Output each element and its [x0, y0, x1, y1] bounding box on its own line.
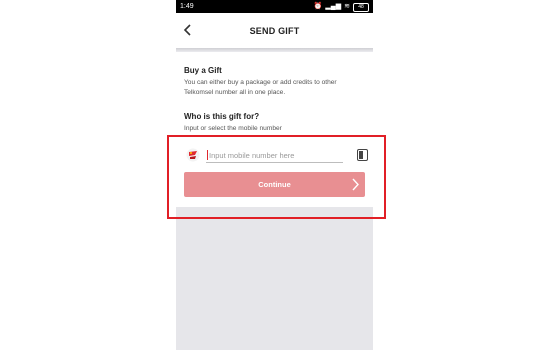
empty-content-area: [176, 207, 373, 350]
contacts-icon[interactable]: [357, 149, 368, 161]
recipient-subtitle: Input or select the mobile number: [184, 125, 282, 132]
status-time: 1:49: [180, 3, 194, 10]
continue-button[interactable]: Continue: [184, 172, 365, 197]
text-cursor: [207, 150, 208, 160]
buy-gift-description: You can either buy a package or add cred…: [184, 79, 337, 96]
telkomsel-logo-icon: [186, 148, 200, 162]
buy-gift-title: Buy a Gift: [184, 66, 222, 75]
page-title: SEND GIFT: [249, 26, 300, 36]
mobile-number-input[interactable]: [206, 149, 343, 163]
chevron-right-icon: [352, 178, 359, 191]
alarm-icon: ⏰: [313, 3, 323, 10]
status-icons: ⏰ ▂▄▆ ≋ 48: [314, 0, 369, 13]
buy-gift-section: Buy a Gift You can either buy a package …: [184, 66, 367, 98]
app-bar: SEND GIFT: [176, 13, 373, 48]
continue-button-label: Continue: [258, 180, 291, 189]
battery-icon: 48: [353, 3, 369, 12]
wifi-icon: ≋: [344, 3, 350, 10]
phone-screen: 1:49 ⏰ ▂▄▆ ≋ 48 SEND GIFT Buy a Gift You…: [176, 0, 373, 350]
recipient-input-row: [184, 146, 368, 166]
header-divider: [176, 48, 373, 52]
status-bar: 1:49 ⏰ ▂▄▆ ≋ 48: [176, 0, 373, 13]
recipient-title: Who is this gift for?: [184, 112, 260, 121]
signal-icon: ▂▄▆: [325, 3, 342, 10]
